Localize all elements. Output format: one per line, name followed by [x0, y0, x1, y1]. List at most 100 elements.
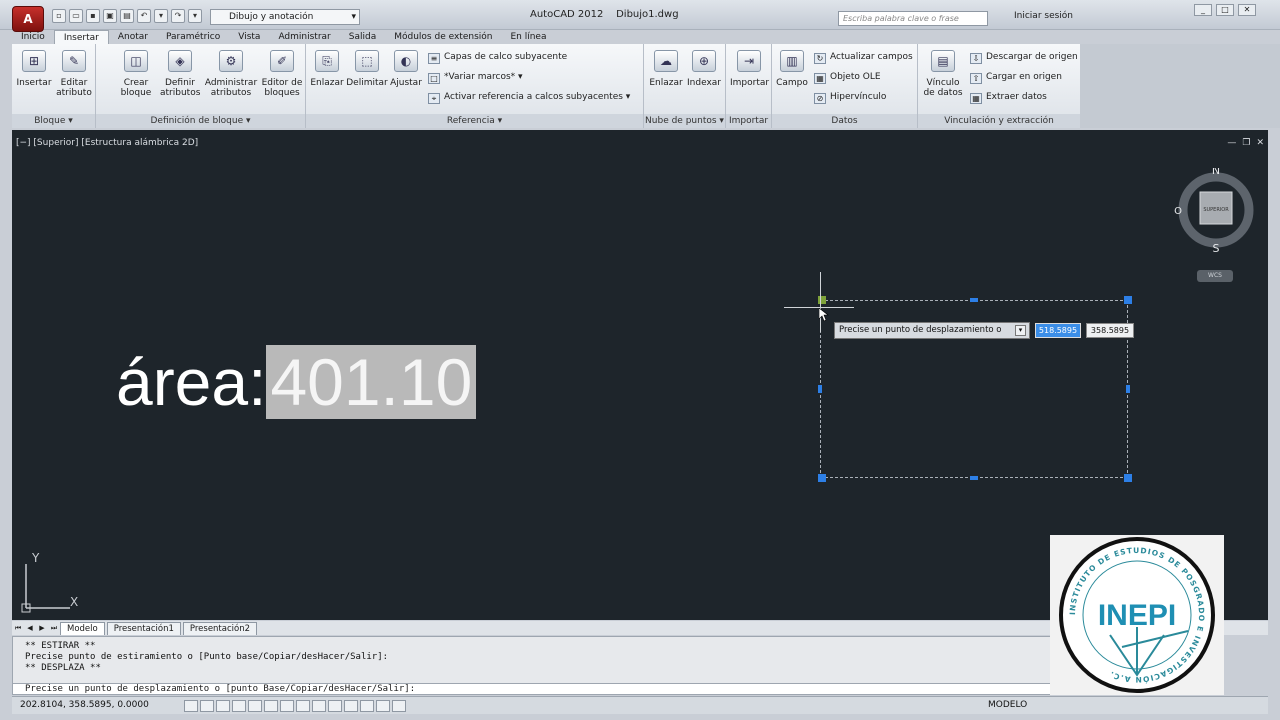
prev-layout-icon[interactable]: ◀ — [24, 624, 36, 632]
command-input[interactable]: Precise un punto de desplazamiento o [pu… — [12, 683, 1052, 695]
grip-bottom-mid[interactable] — [970, 476, 978, 480]
tab-administrar[interactable]: Administrar — [269, 30, 339, 44]
redo-icon[interactable]: ↷ — [171, 9, 185, 23]
last-layout-icon[interactable]: ⏭ — [48, 624, 60, 633]
viewport-close-icon[interactable]: ✕ — [1256, 138, 1264, 148]
tab-modulos[interactable]: Módulos de extensión — [385, 30, 501, 44]
first-layout-icon[interactable]: ⏮ — [12, 624, 24, 633]
panel-label-nube[interactable]: Nube de puntos ▾ — [644, 114, 725, 128]
indexar-button[interactable]: ⊕ Indexar — [686, 50, 722, 88]
tab-presentacion1[interactable]: Presentación1 — [106, 621, 181, 635]
panel-label-definicion[interactable]: Definición de bloque ▾ — [96, 114, 305, 128]
tab-en-linea[interactable]: En línea — [501, 30, 555, 44]
transparency-icon[interactable] — [360, 700, 374, 712]
tab-parametrico[interactable]: Paramétrico — [157, 30, 229, 44]
editor-bloques-button[interactable]: ✐ Editor de bloques — [260, 50, 304, 98]
tab-insertar[interactable]: Insertar — [53, 30, 109, 44]
grip-top-mid[interactable] — [970, 298, 978, 302]
actualizar-campos-button[interactable]: ↻ Actualizar campos — [814, 52, 913, 64]
descargar-origen-button[interactable]: ⇩ Descargar de origen — [970, 52, 1078, 64]
dynamic-input-y[interactable]: 358.5895 — [1086, 323, 1134, 338]
object-snap-icon[interactable] — [264, 700, 278, 712]
print-icon[interactable]: ▤ — [120, 9, 134, 23]
save-icon[interactable]: ▪ — [86, 9, 100, 23]
tab-salida[interactable]: Salida — [340, 30, 385, 44]
area-value-field[interactable]: 401.10 — [266, 345, 477, 419]
panel-label-referencia[interactable]: Referencia ▾ — [306, 114, 643, 128]
open-icon[interactable]: ▭ — [69, 9, 83, 23]
save-as-icon[interactable]: ▣ — [103, 9, 117, 23]
window-border-right — [1268, 128, 1280, 720]
editar-atributo-button[interactable]: ✎ Editar atributo — [56, 50, 92, 98]
infer-constraints-icon[interactable] — [184, 700, 198, 712]
vinculo-datos-button[interactable]: ▤ Vínculo de datos — [922, 50, 964, 98]
login-button[interactable]: Iniciar sesión — [1014, 11, 1073, 21]
tab-vista[interactable]: Vista — [229, 30, 269, 44]
tab-anotar[interactable]: Anotar — [109, 30, 157, 44]
search-input[interactable]: Escriba palabra clave o frase — [838, 11, 988, 26]
edit-attribute-icon: ✎ — [62, 50, 86, 72]
variar-marcos-button[interactable]: □ *Variar marcos* ▾ — [428, 72, 523, 84]
tab-presentacion2[interactable]: Presentación2 — [182, 621, 258, 635]
tab-inicio[interactable]: Inicio — [12, 30, 54, 44]
grip-bottom-left[interactable] — [818, 474, 826, 482]
panel-label-bloque[interactable]: Bloque ▾ — [12, 114, 95, 128]
viewport-restore-icon[interactable]: ❐ — [1242, 138, 1250, 148]
options-down-arrow-icon[interactable]: ▾ — [1015, 325, 1026, 336]
undo-dropdown-icon[interactable]: ▾ — [154, 9, 168, 23]
delimitar-button[interactable]: ⬚ Delimitar — [346, 50, 388, 88]
enlazar-button[interactable]: ⎘ Enlazar — [308, 50, 346, 88]
nube-enlazar-button[interactable]: ☁ Enlazar — [648, 50, 684, 88]
coordinates-readout[interactable]: 202.8104, 358.5895, 0.0000 — [20, 700, 149, 710]
viewcube[interactable]: SUPERIOR N S O — [1174, 164, 1258, 255]
close-icon[interactable]: ✕ — [1238, 4, 1256, 16]
grip-right-mid[interactable] — [1126, 385, 1130, 393]
ortho-mode-icon[interactable] — [232, 700, 246, 712]
importar-button[interactable]: ⇥ Importar — [730, 50, 769, 88]
grip-top-right[interactable] — [1124, 296, 1132, 304]
campo-button[interactable]: ▥ Campo — [774, 50, 810, 88]
viewport-controls-label[interactable]: [−] [Superior] [Estructura alámbrica 2D] — [16, 138, 198, 148]
cargar-origen-button[interactable]: ⇧ Cargar en origen — [970, 72, 1062, 84]
lineweight-icon[interactable] — [344, 700, 358, 712]
insertar-button[interactable]: ⊞ Insertar — [16, 50, 52, 88]
minimize-icon[interactable]: _ — [1194, 4, 1212, 16]
model-space-toggle[interactable]: MODELO — [988, 700, 1027, 710]
compass-west[interactable]: O — [1174, 206, 1182, 217]
grid-display-icon[interactable] — [216, 700, 230, 712]
viewcube-top-face[interactable]: SUPERIOR — [1203, 207, 1229, 213]
compass-north[interactable]: N — [1212, 164, 1220, 177]
compass-south[interactable]: S — [1213, 242, 1220, 255]
dynamic-input-icon[interactable] — [328, 700, 342, 712]
quick-properties-icon[interactable] — [376, 700, 390, 712]
extraer-datos-button[interactable]: ▦ Extraer datos — [970, 92, 1047, 104]
workspace-select[interactable]: Dibujo y anotación — [210, 9, 360, 25]
polar-tracking-icon[interactable] — [248, 700, 262, 712]
dynamic-input-x[interactable]: 518.5895 — [1035, 323, 1081, 338]
next-layout-icon[interactable]: ▶ — [36, 624, 48, 632]
application-menu-button[interactable]: A — [12, 6, 44, 32]
selection-cycling-icon[interactable] — [392, 700, 406, 712]
snap-mode-icon[interactable] — [200, 700, 214, 712]
maximize-icon[interactable]: □ — [1216, 4, 1234, 16]
capas-calco-button[interactable]: ≡ Capas de calco subyacente — [428, 52, 567, 64]
3d-object-snap-icon[interactable] — [280, 700, 294, 712]
tab-modelo[interactable]: Modelo — [60, 621, 105, 635]
administrar-atributos-button[interactable]: ⚙ Administrar atributos — [204, 50, 258, 98]
objeto-ole-button[interactable]: ▦ Objeto OLE — [814, 72, 881, 84]
hipervinculo-button[interactable]: ⊘ Hipervínculo — [814, 92, 886, 104]
definir-atributos-button[interactable]: ◈ Definir atributos — [160, 50, 200, 98]
grip-bottom-right[interactable] — [1124, 474, 1132, 482]
viewport-minimize-icon[interactable]: — — [1227, 138, 1236, 148]
crear-bloque-button[interactable]: ◫ Crear bloque — [116, 50, 156, 98]
area-text-object[interactable]: área:401.10 — [116, 342, 477, 422]
grip-left-mid[interactable] — [818, 385, 822, 393]
dynamic-ucs-icon[interactable] — [312, 700, 326, 712]
redo-dropdown-icon[interactable]: ▾ — [188, 9, 202, 23]
undo-icon[interactable]: ↶ — [137, 9, 151, 23]
activar-referencia-button[interactable]: ⌖ Activar referencia a calcos subyacentes… — [428, 92, 630, 104]
new-icon[interactable]: ▫ — [52, 9, 66, 23]
ajustar-button[interactable]: ◐ Ajustar — [388, 50, 424, 88]
wcs-menu[interactable]: WCS — [1197, 270, 1233, 282]
object-snap-tracking-icon[interactable] — [296, 700, 310, 712]
